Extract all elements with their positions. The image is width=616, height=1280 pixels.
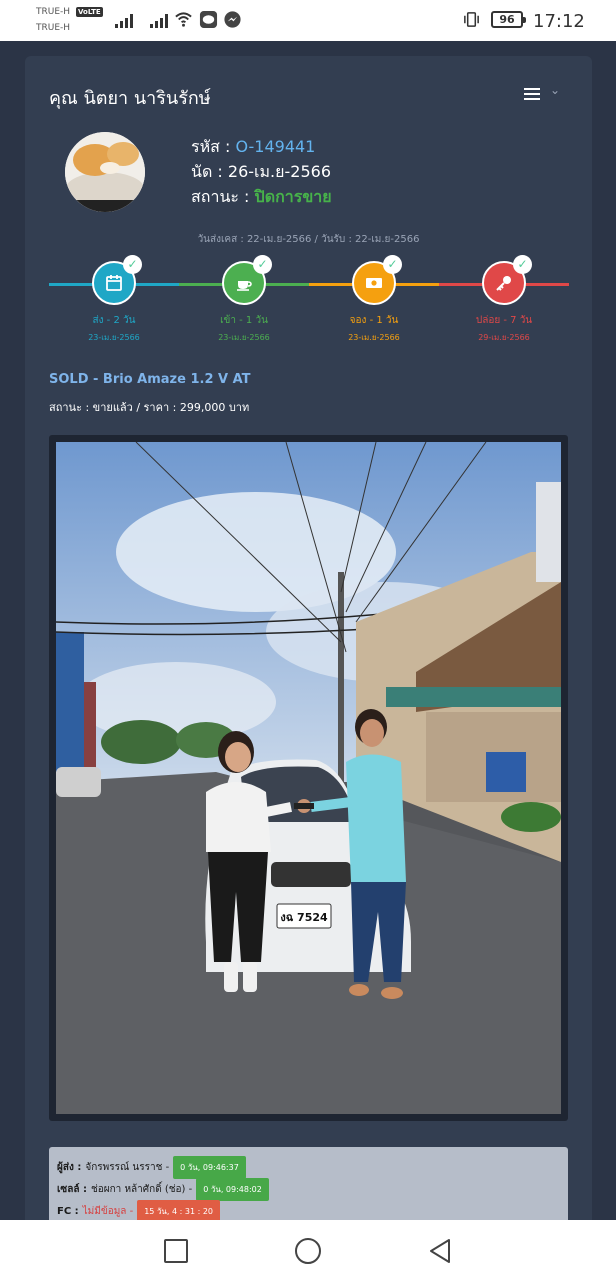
signal-icon-2 xyxy=(150,12,168,28)
progress-timeline: ✓ ส่ง - 2 วัน 23-เม.ย-2566 ✓ เข้า - 1 วั… xyxy=(49,255,569,346)
timeline-step-label: ปล่อย - 7 วัน xyxy=(475,315,533,326)
home-button[interactable] xyxy=(294,1237,322,1265)
wifi-icon xyxy=(175,12,192,27)
status-label: สถานะ : xyxy=(191,187,255,206)
case-card: คุณ นิตยา นารินรักษ์ ⌄ รหัส : O-149441 น… xyxy=(25,56,592,1226)
staff-role: เซลล์ : xyxy=(57,1184,87,1195)
line-app-icon xyxy=(199,10,218,29)
case-dates: วันส่งเคส : 22-เม.ย-2566 / วันรับ : 22-เ… xyxy=(197,234,420,245)
status-bar: TRUE-H VoLTE TRUE-H 96 17:12 xyxy=(0,0,616,41)
staff-role: FC : xyxy=(57,1206,79,1217)
staff-row-sender: ผู้ส่ง : จักรพรรณ์ นรราช - 0 วัน, 09:46:… xyxy=(57,1156,246,1179)
clock: 17:12 xyxy=(533,11,585,32)
key-icon xyxy=(496,276,511,291)
calendar-icon xyxy=(106,275,122,291)
car-delivery-photo: งฉ 7524 xyxy=(56,442,561,1114)
car-photo-frame[interactable]: งฉ 7524 xyxy=(49,435,568,1121)
timeline-step-enter: ✓ เข้า - 1 วัน 23-เม.ย-2566 xyxy=(179,255,309,344)
carrier-label-2: TRUE-H xyxy=(36,23,71,33)
timeline-step-date: 23-เม.ย-2566 xyxy=(88,333,140,342)
elapsed-time-badge: 0 วัน, 09:48:02 xyxy=(196,1178,269,1201)
money-icon xyxy=(366,278,382,288)
case-code-value: O-149441 xyxy=(235,137,316,156)
menu-dropdown-button[interactable]: ⌄ xyxy=(524,83,566,103)
timeline-step-book: ✓ จอง - 1 วัน 23-เม.ย-2566 xyxy=(309,255,439,344)
avatar xyxy=(65,132,145,212)
timeline-step-label: จอง - 1 วัน xyxy=(349,315,399,326)
check-icon: ✓ xyxy=(383,255,402,274)
timeline-step-send: ✓ ส่ง - 2 วัน 23-เม.ย-2566 xyxy=(49,255,179,344)
elapsed-time-badge: 0 วัน, 09:46:37 xyxy=(173,1156,246,1179)
staff-timing-panel: ผู้ส่ง : จักรพรรณ์ นรราช - 0 วัน, 09:46:… xyxy=(49,1147,568,1226)
volte-badge: VoLTE xyxy=(76,7,103,17)
timeline-step-date: 23-เม.ย-2566 xyxy=(348,333,400,342)
car-status-price: สถานะ : ขายแล้ว / ราคา : 299,000 บาท xyxy=(49,401,250,414)
vibrate-icon xyxy=(464,12,479,27)
status-value: ปิดการขาย xyxy=(254,187,332,206)
carrier-label-1: TRUE-H xyxy=(36,7,71,17)
timeline-step-date: 23-เม.ย-2566 xyxy=(218,333,270,342)
hamburger-icon xyxy=(524,88,540,103)
system-navigation-bar xyxy=(0,1220,616,1280)
check-icon: ✓ xyxy=(253,255,272,274)
customer-name: คุณ นิตยา นารินรักษ์ xyxy=(49,88,211,109)
timeline-step-date: 29-เม.ย-2566 xyxy=(478,333,530,342)
timeline-step-label: ส่ง - 2 วัน xyxy=(92,315,136,326)
status-line: สถานะ : ปิดการขาย xyxy=(191,185,332,210)
chevron-down-icon: ⌄ xyxy=(550,83,561,97)
car-title: SOLD - Brio Amaze 1.2 V AT xyxy=(49,372,251,387)
timeline-step-label: เข้า - 1 วัน xyxy=(220,315,268,326)
staff-role: ผู้ส่ง : xyxy=(57,1162,82,1173)
battery-icon: 96 xyxy=(491,11,526,28)
check-icon: ✓ xyxy=(123,255,142,274)
case-code-line: รหัส : O-149441 xyxy=(191,135,315,160)
recent-apps-button[interactable] xyxy=(162,1237,190,1265)
staff-name: ไม่มีข้อมูล - xyxy=(82,1206,134,1217)
appointment-line: นัด : 26-เม.ย-2566 xyxy=(191,162,331,181)
coffee-cup-icon xyxy=(237,281,252,291)
back-button[interactable] xyxy=(426,1237,454,1265)
staff-row-sales: เซลล์ : ช่อผกา หล้าศักดิ์ (ช่อ) - 0 วัน,… xyxy=(57,1178,269,1201)
messenger-icon xyxy=(224,11,241,28)
timeline-step-release: ✓ ปล่อย - 7 วัน 29-เม.ย-2566 xyxy=(439,255,569,344)
license-plate: งฉ 7524 xyxy=(280,911,328,924)
signal-icon xyxy=(115,12,133,28)
check-icon: ✓ xyxy=(513,255,532,274)
staff-name: จักรพรรณ์ นรราช - xyxy=(85,1162,170,1173)
case-code-label: รหัส : xyxy=(191,137,236,156)
staff-name: ช่อผกา หล้าศักดิ์ (ช่อ) - xyxy=(90,1184,193,1195)
